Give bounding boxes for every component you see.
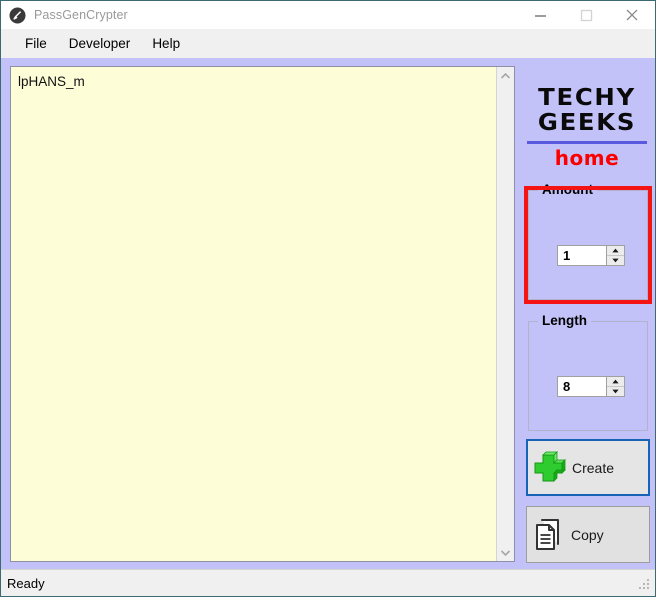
logo-line-2: GEEKS — [537, 110, 637, 136]
amount-input[interactable]: 1 — [558, 246, 606, 265]
content-area: lpHANS_m TECHY GEEKS home Amount 1 Lengt… — [1, 58, 655, 569]
amount-group-title: Amount — [538, 182, 597, 197]
length-decrement-button[interactable] — [607, 387, 624, 396]
logo-tagline: home — [554, 146, 620, 170]
length-increment-button[interactable] — [607, 377, 624, 387]
copy-button-label: Copy — [571, 526, 604, 543]
amount-group: Amount 1 — [524, 182, 652, 304]
spinner-up-icon — [612, 248, 619, 253]
close-icon — [626, 9, 638, 21]
output-scrollbar[interactable] — [496, 67, 514, 561]
menu-bar: File Developer Help — [1, 29, 655, 58]
chevron-up-icon — [501, 72, 510, 79]
output-textarea-panel: lpHANS_m — [10, 66, 515, 562]
window-title: PassGenCrypter — [34, 8, 128, 22]
length-group: Length 8 — [528, 313, 648, 431]
application-window: PassGenCrypter File Developer Help lpHAN… — [0, 0, 656, 597]
length-stepper-buttons — [606, 377, 624, 396]
chevron-down-icon — [501, 549, 510, 556]
length-stepper[interactable]: 8 — [557, 376, 625, 397]
scroll-down-button[interactable] — [497, 544, 514, 561]
close-button[interactable] — [609, 1, 655, 29]
menu-item-help[interactable]: Help — [141, 33, 191, 54]
scroll-up-button[interactable] — [497, 67, 514, 84]
logo-divider — [527, 141, 647, 144]
status-bar: Ready — [1, 569, 655, 596]
resize-grip-icon[interactable] — [636, 575, 652, 591]
length-group-title: Length — [538, 313, 591, 328]
maximize-button[interactable] — [563, 1, 609, 29]
menu-item-file[interactable]: File — [14, 33, 58, 54]
green-plus-icon — [528, 450, 572, 485]
app-key-icon — [9, 7, 26, 24]
minimize-icon — [534, 14, 546, 17]
logo-line-1: TECHY — [538, 85, 636, 111]
length-input[interactable]: 8 — [558, 377, 606, 396]
title-bar: PassGenCrypter — [1, 1, 655, 29]
spinner-up-icon — [612, 379, 619, 384]
copy-document-icon — [527, 518, 571, 552]
amount-decrement-button[interactable] — [607, 256, 624, 265]
create-button-label: Create — [572, 459, 615, 476]
minimize-button[interactable] — [517, 1, 563, 29]
right-sidebar: TECHY GEEKS home Amount 1 Length 8 Creat… — [521, 58, 652, 569]
maximize-icon — [580, 9, 592, 21]
amount-stepper[interactable]: 1 — [557, 245, 625, 266]
status-text: Ready — [7, 575, 45, 591]
output-textarea[interactable]: lpHANS_m — [11, 67, 496, 561]
techy-geeks-logo: TECHY GEEKS home — [523, 86, 651, 170]
create-button[interactable]: Create — [526, 439, 650, 496]
amount-increment-button[interactable] — [607, 246, 624, 256]
menu-item-developer[interactable]: Developer — [58, 33, 142, 54]
spinner-down-icon — [612, 258, 619, 263]
spinner-down-icon — [612, 389, 619, 394]
amount-stepper-buttons — [606, 246, 624, 265]
copy-button[interactable]: Copy — [526, 506, 650, 563]
